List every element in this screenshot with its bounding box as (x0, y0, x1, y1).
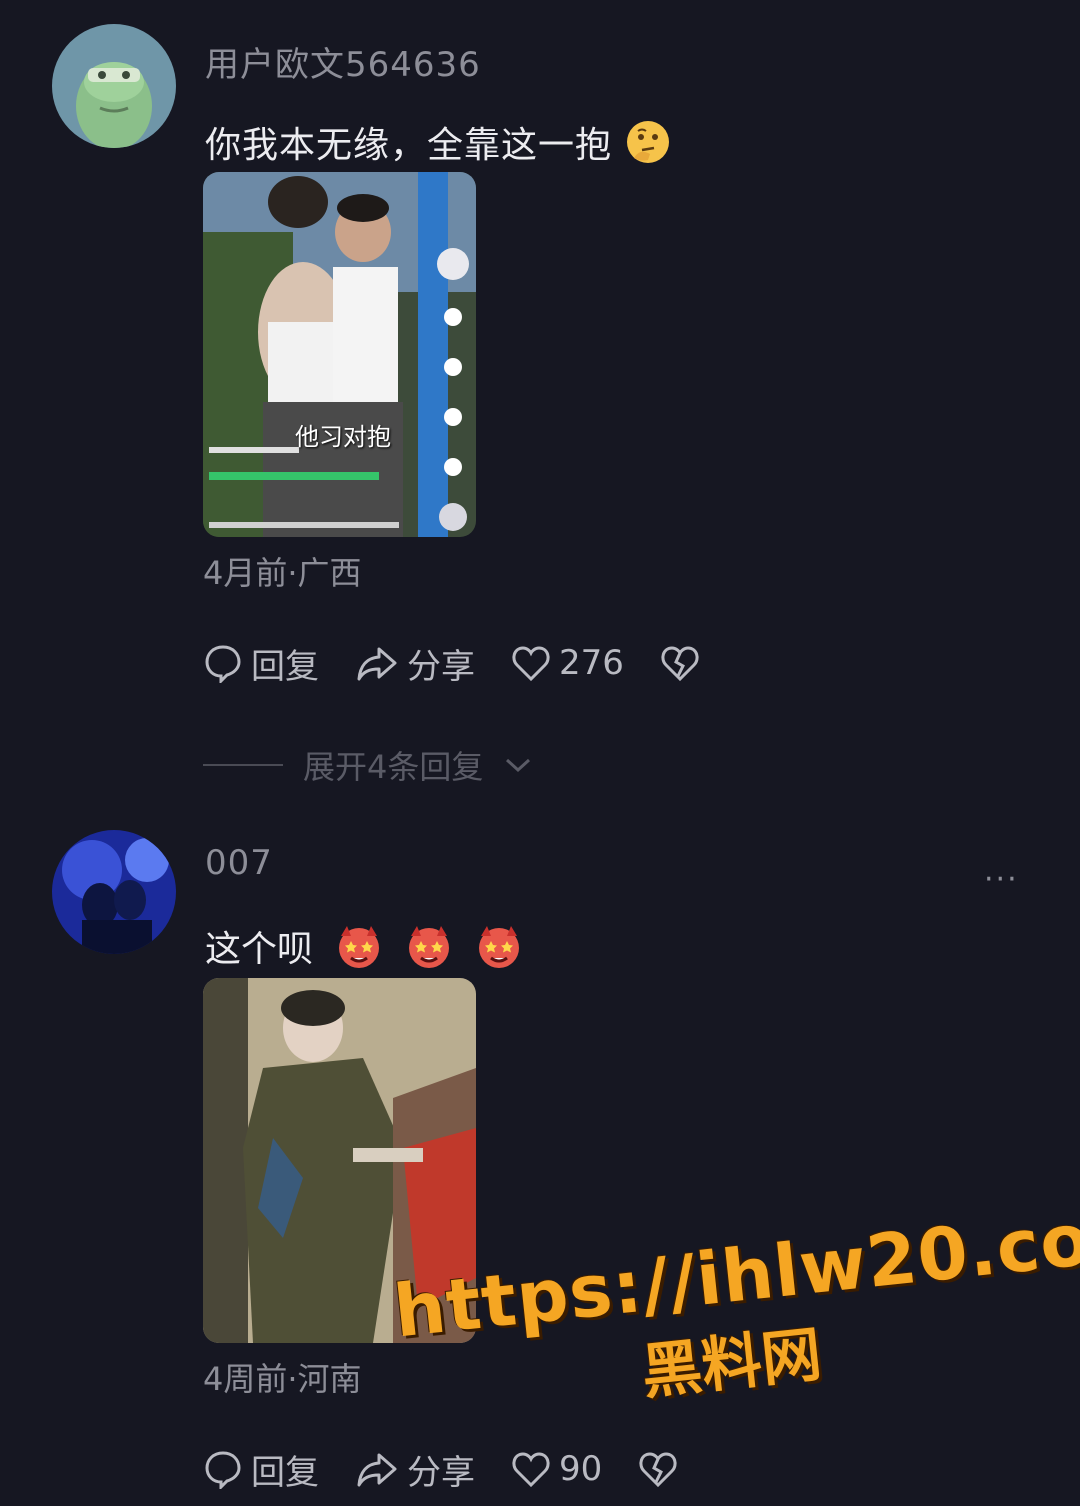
username[interactable]: 007 (205, 843, 273, 883)
avatar[interactable] (52, 24, 176, 148)
time-location: 4周前·河南 (203, 1360, 362, 1398)
comment-bubble-icon (205, 645, 241, 683)
like-count: 90 (559, 1449, 603, 1489)
action-bar: 回复 分享 90 (203, 1444, 714, 1494)
expand-label: 展开4条回复 (303, 748, 484, 786)
action-bar: 回复 分享 276 (203, 638, 736, 688)
share-arrow-icon (357, 647, 397, 681)
comment-text-body: 这个呗 (205, 929, 314, 970)
share-arrow-icon (357, 1453, 397, 1487)
broken-heart-icon (661, 646, 699, 682)
heart-icon (512, 1452, 550, 1488)
comment-image[interactable]: 他习对抱 (203, 172, 476, 537)
comment-item: 用户欧文564636 你我本无缘，全靠这一抱 他习对抱 4月前·广西 回复 分享… (0, 0, 1080, 820)
expand-replies-button[interactable]: 展开4条回复 (203, 742, 533, 788)
star-eyes-icon (409, 926, 450, 968)
video-thumbnail-image (203, 172, 476, 537)
divider-line (203, 764, 283, 766)
more-options-button[interactable]: ··· (984, 862, 1019, 897)
share-button[interactable]: 分享 (355, 639, 475, 688)
comment-bubble-icon (205, 1451, 241, 1489)
avatar[interactable] (52, 830, 176, 954)
username[interactable]: 用户欧文564636 (205, 37, 481, 86)
like-button[interactable]: 90 (511, 1449, 602, 1489)
heart-icon (512, 646, 550, 682)
video-caption: 他习对抱 (295, 423, 391, 451)
like-button[interactable]: 276 (511, 643, 624, 683)
avatar-aquarium-image (52, 830, 176, 954)
thinking-face-icon (627, 121, 670, 163)
share-label: 分享 (407, 1452, 475, 1493)
share-button[interactable]: 分享 (355, 1445, 475, 1494)
broken-heart-icon (639, 1452, 677, 1488)
dislike-button[interactable] (638, 1450, 678, 1488)
share-label: 分享 (407, 646, 475, 687)
like-count: 276 (559, 643, 624, 683)
comment-text: 你我本无缘，全靠这一抱 (205, 116, 672, 168)
star-eyes-icon (479, 926, 520, 968)
star-eyes-icon (339, 926, 380, 968)
reply-label: 回复 (251, 1452, 319, 1493)
dislike-button[interactable] (660, 644, 700, 682)
reply-label: 回复 (251, 646, 319, 687)
avatar-frog-image (52, 24, 176, 148)
comment-text: 这个呗 (205, 920, 523, 972)
time-location: 4月前·广西 (203, 554, 362, 592)
chevron-down-icon (506, 758, 531, 773)
comment-text-body: 你我本无缘，全靠这一抱 (205, 125, 613, 166)
reply-button[interactable]: 回复 (203, 639, 319, 688)
reply-button[interactable]: 回复 (203, 1445, 319, 1494)
